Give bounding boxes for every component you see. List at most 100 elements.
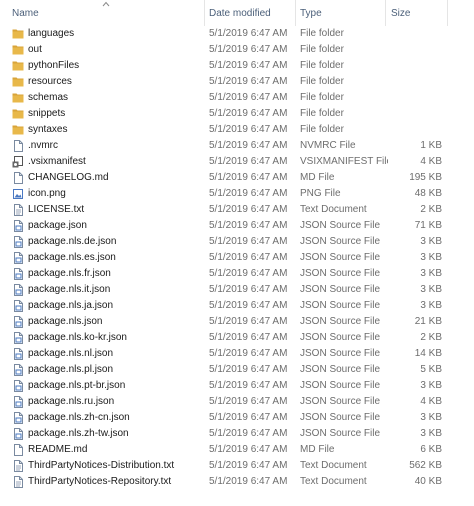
- folder-row[interactable]: schemas 5/1/2019 6:47 AM File folder: [0, 90, 474, 106]
- file-date-modified: 5/1/2019 6:47 AM: [209, 268, 288, 279]
- file-name: package.nls.it.json: [28, 284, 111, 295]
- file-row[interactable]: package.nls.ja.json 5/1/2019 6:47 AM JSON …: [0, 298, 474, 314]
- file-type: File folder: [300, 60, 344, 71]
- file-size: [390, 106, 442, 122]
- folder-icon: [12, 58, 24, 74]
- file-date-modified: 5/1/2019 6:47 AM: [209, 44, 288, 55]
- file-name: package.nls.pt-br.json: [28, 380, 126, 391]
- file-size: [390, 74, 442, 90]
- file-name: syntaxes: [28, 124, 68, 135]
- folder-icon: [12, 106, 24, 122]
- text-icon: [12, 474, 24, 490]
- file-type: JSON Source File: [300, 364, 381, 375]
- column-header-size[interactable]: Size: [391, 0, 410, 26]
- file-size: 5 KB: [420, 364, 442, 375]
- file-size: 14 KB: [414, 348, 442, 359]
- folder-row[interactable]: resources 5/1/2019 6:47 AM File folder: [0, 74, 474, 90]
- folder-row[interactable]: snippets 5/1/2019 6:47 AM File folder: [0, 106, 474, 122]
- column-header-date-modified[interactable]: Date modified: [209, 0, 271, 26]
- file-row[interactable]: package.nls.ru.json 5/1/2019 6:47 AM JSON …: [0, 394, 474, 410]
- column-header-name[interactable]: Name: [12, 0, 39, 26]
- file-size: 71 KB: [414, 220, 442, 231]
- file-name: README.md: [28, 444, 88, 455]
- file-type: NVMRC File: [300, 140, 356, 151]
- file-size: 3 KB: [420, 380, 442, 391]
- file-date-modified: 5/1/2019 6:47 AM: [209, 364, 288, 375]
- file-type: Text Document: [300, 460, 367, 471]
- file-size: [390, 122, 442, 138]
- file-row[interactable]: ThirdPartyNotices-Repository.txt 5/1/2019…: [0, 474, 474, 490]
- folder-row[interactable]: syntaxes 5/1/2019 6:47 AM File folder: [0, 122, 474, 138]
- file-row[interactable]: package.nls.pl.json 5/1/2019 6:47 AM JSON …: [0, 362, 474, 378]
- file-row[interactable]: package.nls.zh-cn.json 5/1/2019 6:47 AM JS…: [0, 410, 474, 426]
- file-row[interactable]: ThirdPartyNotices-Distribution.txt 5/1/20…: [0, 458, 474, 474]
- column-divider[interactable]: [385, 0, 386, 26]
- file-row[interactable]: package.nls.json 5/1/2019 6:47 AM JSON Sou…: [0, 314, 474, 330]
- file-size: 3 KB: [420, 412, 442, 423]
- file-rows: languages 5/1/2019 6:47 AM File folder out 5…: [0, 26, 474, 490]
- file-row[interactable]: LICENSE.txt 5/1/2019 6:47 AM Text Document…: [0, 202, 474, 218]
- column-divider[interactable]: [295, 0, 296, 26]
- file-date-modified: 5/1/2019 6:47 AM: [209, 444, 288, 455]
- folder-row[interactable]: out 5/1/2019 6:47 AM File folder: [0, 42, 474, 58]
- file-date-modified: 5/1/2019 6:47 AM: [209, 124, 288, 135]
- file-type: PNG File: [300, 188, 341, 199]
- file-size: 4 KB: [420, 156, 442, 167]
- column-divider[interactable]: [204, 0, 205, 26]
- sort-ascending-icon[interactable]: [102, 1, 110, 7]
- file-icon: [12, 170, 24, 186]
- file-name: package.nls.json: [28, 316, 103, 327]
- file-name: package.nls.de.json: [28, 236, 117, 247]
- file-row[interactable]: README.md 5/1/2019 6:47 AM MD File 6 KB: [0, 442, 474, 458]
- file-name: out: [28, 44, 42, 55]
- file-type: JSON Source File: [300, 268, 381, 279]
- column-header-row: Name Date modified Type Size: [0, 0, 474, 26]
- file-size: 3 KB: [420, 300, 442, 311]
- file-type: File folder: [300, 76, 344, 87]
- json-icon: [12, 314, 24, 330]
- text-icon: [12, 202, 24, 218]
- json-icon: [12, 218, 24, 234]
- json-icon: [12, 362, 24, 378]
- file-type: File folder: [300, 28, 344, 39]
- file-date-modified: 5/1/2019 6:47 AM: [209, 204, 288, 215]
- file-row[interactable]: .nvmrc 5/1/2019 6:47 AM NVMRC File 1 KB: [0, 138, 474, 154]
- file-type: VSIXMANIFEST File: [300, 156, 388, 167]
- column-divider[interactable]: [447, 0, 448, 26]
- file-type: File folder: [300, 92, 344, 103]
- file-row[interactable]: icon.png 5/1/2019 6:47 AM PNG File 48 KB: [0, 186, 474, 202]
- file-row[interactable]: package.nls.nl.json 5/1/2019 6:47 AM JSON …: [0, 346, 474, 362]
- file-row[interactable]: package.nls.es.json 5/1/2019 6:47 AM JSON …: [0, 250, 474, 266]
- file-date-modified: 5/1/2019 6:47 AM: [209, 348, 288, 359]
- manifest-icon: [12, 154, 24, 170]
- file-size: [390, 42, 442, 58]
- file-row[interactable]: CHANGELOG.md 5/1/2019 6:47 AM MD File 195 K…: [0, 170, 474, 186]
- file-row[interactable]: package.nls.de.json 5/1/2019 6:47 AM JSON …: [0, 234, 474, 250]
- folder-row[interactable]: pythonFiles 5/1/2019 6:47 AM File folder: [0, 58, 474, 74]
- file-type: JSON Source File: [300, 348, 381, 359]
- file-type: JSON Source File: [300, 332, 381, 343]
- file-date-modified: 5/1/2019 6:47 AM: [209, 156, 288, 167]
- file-row[interactable]: package.nls.pt-br.json 5/1/2019 6:47 AM JS…: [0, 378, 474, 394]
- folder-row[interactable]: languages 5/1/2019 6:47 AM File folder: [0, 26, 474, 42]
- column-header-type[interactable]: Type: [300, 0, 322, 26]
- file-size: 3 KB: [420, 252, 442, 263]
- file-row[interactable]: package.nls.ko-kr.json 5/1/2019 6:47 AM JS…: [0, 330, 474, 346]
- file-name: package.nls.es.json: [28, 252, 116, 263]
- file-row[interactable]: package.nls.zh-tw.json 5/1/2019 6:47 AM JS…: [0, 426, 474, 442]
- file-type: Text Document: [300, 476, 367, 487]
- file-row[interactable]: package.nls.fr.json 5/1/2019 6:47 AM JSON …: [0, 266, 474, 282]
- json-icon: [12, 250, 24, 266]
- file-row[interactable]: .vsixmanifest 5/1/2019 6:47 AM VSIXMANIFES…: [0, 154, 474, 170]
- file-row[interactable]: package.json 5/1/2019 6:47 AM JSON Source …: [0, 218, 474, 234]
- json-icon: [12, 298, 24, 314]
- file-name: LICENSE.txt: [28, 204, 85, 215]
- file-type: Text Document: [300, 204, 367, 215]
- file-type: File folder: [300, 124, 344, 135]
- file-name: pythonFiles: [28, 60, 80, 71]
- file-row[interactable]: package.nls.it.json 5/1/2019 6:47 AM JSON …: [0, 282, 474, 298]
- file-name: package.nls.zh-cn.json: [28, 412, 130, 423]
- json-icon: [12, 330, 24, 346]
- file-date-modified: 5/1/2019 6:47 AM: [209, 108, 288, 119]
- file-date-modified: 5/1/2019 6:47 AM: [209, 188, 288, 199]
